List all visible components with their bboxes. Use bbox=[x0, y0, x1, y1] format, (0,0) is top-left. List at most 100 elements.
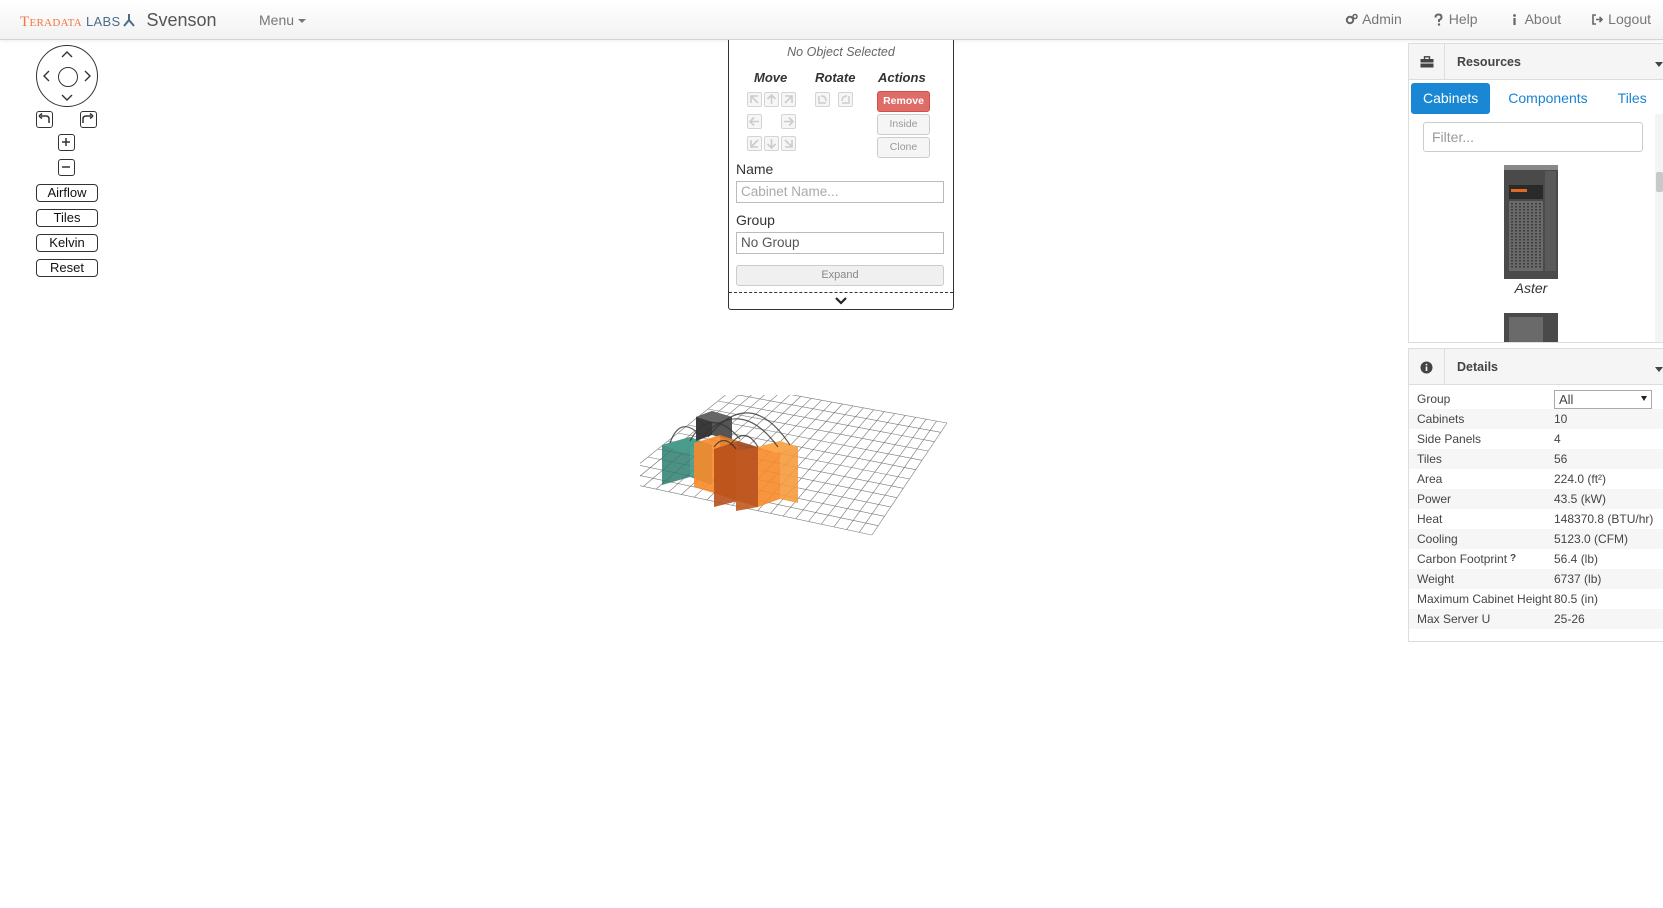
brand[interactable]: Teradata LABS Svenson bbox=[20, 10, 217, 32]
detail-key: Maximum Cabinet Height bbox=[1417, 592, 1552, 606]
reset-button[interactable]: Reset bbox=[36, 259, 98, 277]
minus-icon bbox=[62, 166, 70, 168]
plus-icon bbox=[62, 138, 70, 146]
move-up-left-button[interactable] bbox=[747, 92, 762, 107]
detail-row-group: Group All bbox=[1409, 389, 1663, 409]
rotate-right-object-button[interactable] bbox=[838, 92, 853, 107]
tab-components[interactable]: Components bbox=[1496, 83, 1599, 114]
selection-status: No Object Selected bbox=[787, 45, 895, 59]
datacenter-3d-view[interactable] bbox=[640, 395, 1020, 580]
zoom-in-button[interactable] bbox=[58, 134, 75, 151]
arrow-down-right-icon bbox=[784, 139, 793, 148]
help-link[interactable]: Help bbox=[1432, 11, 1478, 27]
panel-divider bbox=[729, 292, 953, 293]
move-up-right-button[interactable] bbox=[781, 92, 796, 107]
move-up-button[interactable] bbox=[764, 92, 779, 107]
cogs-icon bbox=[1345, 13, 1358, 24]
detail-value: 4 bbox=[1554, 432, 1561, 446]
next-cabinet-image[interactable] bbox=[1501, 307, 1561, 342]
app-name: Svenson bbox=[146, 10, 217, 30]
menu-label: Menu bbox=[259, 12, 295, 28]
collapse-resources-icon[interactable] bbox=[1655, 62, 1663, 67]
pan-down-icon[interactable] bbox=[60, 90, 74, 104]
info-icon bbox=[1512, 13, 1516, 25]
aster-label: Aster bbox=[1514, 280, 1548, 296]
rotate-left-object-button[interactable] bbox=[815, 92, 830, 107]
filter-input[interactable]: Filter... bbox=[1423, 122, 1643, 152]
pan-center-button[interactable] bbox=[58, 67, 78, 87]
detail-key: Power bbox=[1417, 492, 1452, 506]
detail-row: Power 43.5 (kW) bbox=[1409, 489, 1663, 509]
detail-row: Cabinets 10 bbox=[1409, 409, 1663, 429]
pan-left-icon[interactable] bbox=[40, 69, 54, 83]
inside-button[interactable]: Inside bbox=[877, 114, 930, 135]
resources-body: Cabinets Components Tiles Filter... Aste… bbox=[1408, 80, 1663, 342]
detail-row: Cooling 5123.0 (CFM) bbox=[1409, 529, 1663, 549]
detail-key: Side Panels bbox=[1417, 432, 1482, 446]
detail-row: Max Server U 25-26 bbox=[1409, 609, 1663, 629]
menu-dropdown[interactable]: Menu bbox=[259, 12, 307, 28]
top-navbar: Teradata LABS Svenson Menu Admin Help Abo… bbox=[0, 0, 1663, 40]
move-header: Move bbox=[754, 70, 788, 85]
airflow-button[interactable]: Airflow bbox=[36, 184, 98, 202]
chevron-down-icon[interactable] bbox=[833, 295, 849, 307]
tiles-button[interactable]: Tiles bbox=[36, 209, 98, 227]
remove-button[interactable]: Remove bbox=[877, 91, 930, 112]
cabinet-name-input[interactable]: Cabinet Name... bbox=[736, 181, 944, 203]
details-body: Group All Cabinets 10 Side Panels 4 Tiles 56 A… bbox=[1408, 385, 1663, 642]
detail-row: Maximum Cabinet Height 80.5 (in) bbox=[1409, 589, 1663, 609]
move-right-button[interactable] bbox=[781, 114, 796, 129]
detail-key: Tiles bbox=[1417, 452, 1442, 466]
details-header[interactable]: Details bbox=[1408, 348, 1663, 385]
tab-cabinets[interactable]: Cabinets bbox=[1411, 83, 1491, 114]
group-label: Group bbox=[736, 212, 775, 228]
group-select[interactable]: All bbox=[1554, 390, 1652, 409]
rotate-right-icon bbox=[841, 95, 850, 104]
zoom-out-button[interactable] bbox=[58, 159, 75, 176]
arrow-up-right-icon bbox=[784, 95, 793, 104]
arrow-left-icon bbox=[748, 116, 759, 127]
rotate-right-button[interactable] bbox=[80, 111, 97, 128]
logo-mark-icon bbox=[123, 14, 136, 27]
object-panel: No Object Selected Move Rotate Actions R… bbox=[728, 40, 954, 310]
detail-key: Cooling bbox=[1417, 532, 1458, 546]
rotate-left-button[interactable] bbox=[36, 111, 53, 128]
detail-key: Group bbox=[1417, 392, 1451, 406]
resources-scroll-thumb[interactable] bbox=[1656, 172, 1663, 192]
details-title: Details bbox=[1457, 360, 1498, 374]
detail-value: 148370.8 (BTU/hr) bbox=[1554, 512, 1654, 526]
collapse-details-icon[interactable] bbox=[1655, 367, 1663, 372]
kelvin-button[interactable]: Kelvin bbox=[36, 234, 98, 252]
pan-right-icon[interactable] bbox=[80, 69, 94, 83]
move-down-left-button[interactable] bbox=[747, 136, 762, 151]
arrow-down-icon bbox=[766, 139, 777, 150]
select-arrow-icon bbox=[1641, 396, 1647, 401]
resource-tabs: Cabinets Components Tiles bbox=[1411, 83, 1659, 114]
admin-link[interactable]: Admin bbox=[1345, 11, 1402, 27]
cabinet-orange-2[interactable] bbox=[758, 441, 798, 507]
help-icon[interactable]: ? bbox=[1510, 549, 1516, 569]
cabinet-brown-2[interactable] bbox=[736, 447, 758, 511]
tab-tiles[interactable]: Tiles bbox=[1606, 83, 1659, 114]
clone-button[interactable]: Clone bbox=[877, 137, 930, 158]
detail-value: 43.5 (kW) bbox=[1554, 492, 1607, 506]
arrow-right-icon bbox=[784, 116, 795, 127]
pan-up-icon[interactable] bbox=[60, 48, 74, 62]
move-down-button[interactable] bbox=[764, 136, 779, 151]
expand-button[interactable]: Expand bbox=[736, 265, 944, 286]
detail-row: Carbon Footprint? 56.4 (lb) bbox=[1409, 549, 1663, 569]
detail-key: Area bbox=[1417, 472, 1443, 486]
arrow-up-icon bbox=[766, 93, 777, 104]
camera-pan-dpad[interactable] bbox=[36, 45, 98, 107]
detail-value: 10 bbox=[1554, 412, 1568, 426]
move-down-right-button[interactable] bbox=[781, 136, 796, 151]
logout-link[interactable]: Logout bbox=[1591, 11, 1651, 27]
resources-scrollbar[interactable] bbox=[1655, 114, 1663, 342]
resources-header[interactable]: Resources bbox=[1408, 43, 1663, 80]
group-input[interactable]: No Group bbox=[736, 232, 944, 254]
aster-cabinet-image[interactable] bbox=[1501, 163, 1561, 281]
briefcase-icon bbox=[1420, 56, 1433, 68]
move-left-button[interactable] bbox=[747, 114, 762, 129]
about-link[interactable]: About bbox=[1508, 11, 1561, 27]
rotate-ccw-icon bbox=[38, 112, 50, 123]
